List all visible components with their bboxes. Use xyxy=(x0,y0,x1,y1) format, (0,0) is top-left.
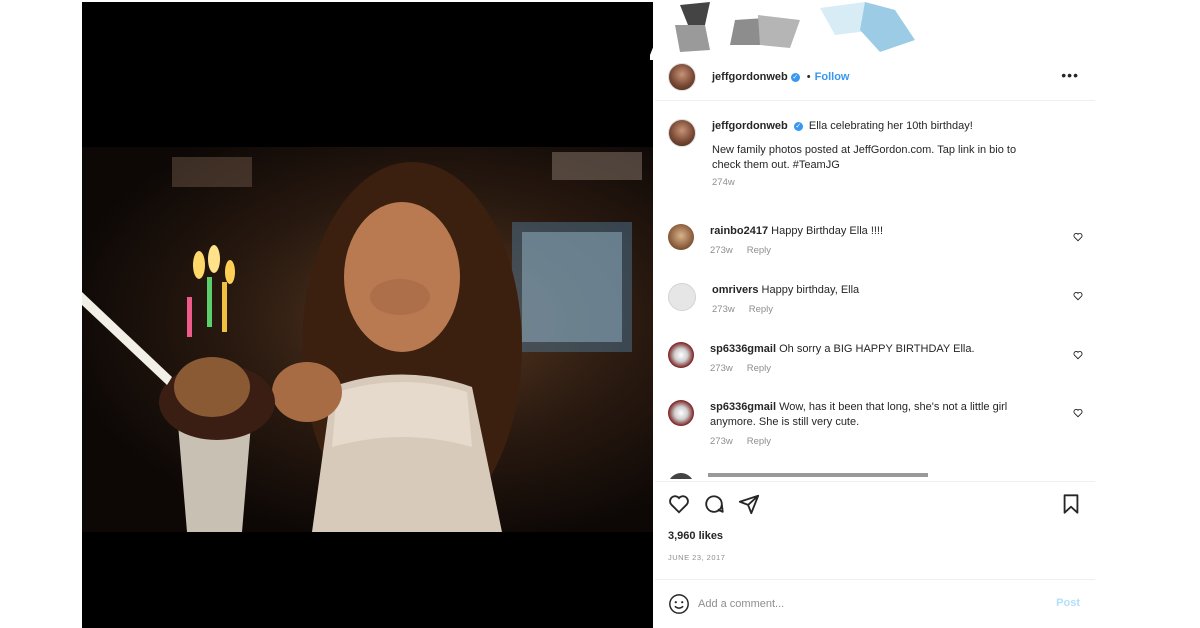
comment-username[interactable]: omrivers xyxy=(712,284,758,296)
comment-input[interactable]: Add a comment... xyxy=(698,598,784,610)
likes-count[interactable]: 3,960 likes xyxy=(668,530,723,542)
post-media-panel xyxy=(82,2,653,628)
reply-button[interactable]: Reply xyxy=(749,304,773,315)
comment-item: omrivers Happy birthday, Ella 273w Reply xyxy=(668,283,859,315)
share-send-icon[interactable] xyxy=(738,493,760,515)
caption-text-line1: Ella celebrating her 10th birthday! xyxy=(808,120,973,132)
comment-username[interactable]: sp6336gmail xyxy=(710,343,776,355)
avatar[interactable] xyxy=(668,400,694,426)
post-date[interactable]: JUNE 23, 2017 xyxy=(668,553,725,562)
like-comment-heart-icon[interactable] xyxy=(1073,232,1083,242)
comment-text: Happy Birthday Ella !!!! xyxy=(771,225,884,237)
caption: jeffgordonweb ✓ Ella celebrating her 10t… xyxy=(668,119,1072,188)
comment-text: Oh sorry a BIG HAPPY BIRTHDAY Ella. xyxy=(779,343,975,355)
header-username[interactable]: jeffgordonweb xyxy=(712,71,788,83)
post-side-panel: jeffgordonweb ✓ • Follow ••• jeffgordonw… xyxy=(655,55,1095,628)
header-divider xyxy=(655,100,1095,101)
avatar[interactable] xyxy=(668,224,694,250)
comment-item-cutoff xyxy=(668,473,968,479)
emoji-smiley-icon[interactable] xyxy=(668,593,690,615)
avatar[interactable] xyxy=(668,342,694,368)
comment-item: sp6336gmail Wow, has it been that long, … xyxy=(668,400,1060,447)
avatar[interactable] xyxy=(668,283,696,311)
comment-item: rainbo2417 Happy Birthday Ella !!!! 273w… xyxy=(668,224,883,256)
reply-button[interactable]: Reply xyxy=(747,363,771,374)
like-comment-heart-icon[interactable] xyxy=(1073,350,1083,360)
reply-button[interactable]: Reply xyxy=(747,245,771,256)
actions-divider xyxy=(655,481,1095,482)
comment-username[interactable]: rainbo2417 xyxy=(710,225,768,237)
comment-age: 273w xyxy=(712,304,735,315)
avatar[interactable] xyxy=(668,119,696,147)
comment-username[interactable]: sp6336gmail xyxy=(710,401,776,413)
comment-divider xyxy=(655,579,1095,580)
comment-age: 273w xyxy=(710,245,733,256)
comment-input-row: Add a comment... xyxy=(668,593,784,615)
verified-badge-icon: ✓ xyxy=(790,72,800,82)
post-header: jeffgordonweb ✓ • Follow xyxy=(668,63,849,91)
caption-text-line3: check them out. #TeamJG xyxy=(712,159,840,171)
caption-text-line2: New family photos posted at JeffGordon.c… xyxy=(712,144,1017,156)
torn-edge-decoration xyxy=(650,0,950,60)
comment-text: Happy birthday, Ella xyxy=(761,284,860,296)
comment-item: sp6336gmail Oh sorry a BIG HAPPY BIRTHDA… xyxy=(668,342,975,374)
comment-bubble-icon[interactable] xyxy=(703,493,725,515)
follow-button[interactable]: Follow xyxy=(815,71,850,83)
like-comment-heart-icon[interactable] xyxy=(1073,408,1083,418)
comment-age: 273w xyxy=(710,363,733,374)
comment-text-line1: Wow, has it been that long, she's not a … xyxy=(779,401,1008,413)
bookmark-save-icon[interactable] xyxy=(1060,493,1082,515)
comment-text-line2: anymore. She is still very cute. xyxy=(710,416,860,428)
like-heart-icon[interactable] xyxy=(668,493,690,515)
verified-badge-icon: ✓ xyxy=(793,121,803,131)
avatar[interactable] xyxy=(668,63,696,91)
reply-button[interactable]: Reply xyxy=(747,436,771,447)
caption-username[interactable]: jeffgordonweb xyxy=(712,120,788,132)
comment-age: 273w xyxy=(710,436,733,447)
post-comment-button[interactable]: Post xyxy=(1056,597,1080,609)
caption-age: 274w xyxy=(712,177,735,188)
more-horizontal-icon[interactable]: ••• xyxy=(1061,67,1079,83)
like-comment-heart-icon[interactable] xyxy=(1073,291,1083,301)
separator-dot: • xyxy=(806,71,811,83)
post-photo[interactable] xyxy=(82,147,653,532)
